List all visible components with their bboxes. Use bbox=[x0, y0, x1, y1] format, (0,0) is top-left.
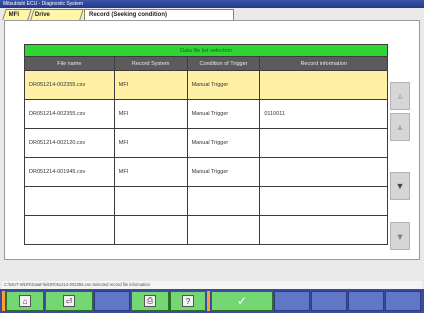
back-icon: ⏎ bbox=[63, 295, 75, 307]
scroll-bottom-icon: ⩔ bbox=[397, 230, 403, 241]
cell-record-system: MFI bbox=[113, 128, 188, 158]
separator bbox=[2, 291, 5, 311]
cell-file-name bbox=[24, 215, 115, 245]
separator bbox=[207, 291, 210, 311]
cell-trigger bbox=[186, 186, 261, 216]
home-button[interactable]: ⌂ bbox=[6, 291, 44, 311]
table-row[interactable]: DR051214-002355.csv MFI Manual Trigger bbox=[24, 70, 388, 100]
cell-record-system: MFI bbox=[113, 99, 188, 129]
tab-record[interactable]: Record (Seeking condition) bbox=[84, 9, 234, 20]
table-row[interactable]: DR051214-002120.csv MFI Manual Trigger bbox=[24, 128, 388, 158]
cell-record-system: MFI bbox=[113, 157, 188, 187]
scroll-bottom-button[interactable]: ⩔ bbox=[390, 222, 410, 250]
scroll-down-icon: ▼ bbox=[395, 181, 405, 191]
cell-record-system: MFI bbox=[113, 70, 188, 100]
window-title: Mitsubishi ECU - Diagnostic System bbox=[0, 0, 424, 8]
cell-file-name: DR051214-002355.csv bbox=[24, 70, 115, 100]
tab-strip: MFI Drive Recorder Record (Seeking condi… bbox=[0, 8, 424, 29]
cell-record-info bbox=[259, 215, 388, 245]
empty-button[interactable] bbox=[274, 291, 310, 311]
cell-trigger bbox=[186, 215, 261, 245]
tab-label: Record (Seeking condition) bbox=[89, 12, 168, 18]
table-row[interactable]: DR051214-001945.csv MFI Manual Trigger bbox=[24, 157, 388, 187]
scroll-controls: ⩓ ▲ ▼ ⩔ bbox=[390, 82, 410, 257]
cell-record-system bbox=[113, 186, 188, 216]
column-header-record-system: Record System bbox=[113, 56, 188, 71]
scroll-top-button[interactable]: ⩓ bbox=[390, 82, 410, 110]
scroll-page-up-icon: ▲ bbox=[395, 122, 405, 132]
cell-record-info bbox=[259, 186, 388, 216]
empty-button[interactable] bbox=[385, 291, 421, 311]
cell-trigger: Manual Trigger bbox=[186, 128, 261, 158]
cell-record-system bbox=[113, 215, 188, 245]
help-button[interactable]: ? bbox=[170, 291, 206, 311]
cell-trigger: Manual Trigger bbox=[186, 70, 261, 100]
table-title: Data file list selection bbox=[24, 44, 388, 57]
empty-button[interactable] bbox=[94, 291, 130, 311]
cell-trigger: Manual Trigger bbox=[186, 99, 261, 129]
tab-drive-recorder[interactable]: Drive Recorder bbox=[30, 9, 84, 29]
cell-file-name bbox=[24, 186, 115, 216]
cell-record-info: 0110011 bbox=[259, 99, 388, 129]
empty-button[interactable] bbox=[348, 291, 384, 311]
cell-record-info bbox=[259, 157, 388, 187]
scroll-top-icon: ⩓ bbox=[397, 90, 403, 101]
print-icon: ⎙ bbox=[144, 295, 156, 307]
cell-file-name: DR051214-002120.csv bbox=[24, 128, 115, 158]
tab-mfi[interactable]: MFI bbox=[2, 9, 32, 20]
data-file-table: Data file list selection File name Recor… bbox=[24, 44, 388, 245]
empty-button[interactable] bbox=[311, 291, 347, 311]
table-row[interactable] bbox=[24, 186, 388, 216]
bottom-toolbar: ⌂ ⏎ ⎙ ? ✓ bbox=[0, 289, 424, 313]
table-row[interactable] bbox=[24, 215, 388, 245]
cell-file-name: DR051214-001945.csv bbox=[24, 157, 115, 187]
cell-trigger: Manual Trigger bbox=[186, 157, 261, 187]
scroll-down-button[interactable]: ▼ bbox=[390, 172, 410, 200]
cell-file-name: DR051214-002355.csv bbox=[24, 99, 115, 129]
help-icon: ? bbox=[182, 295, 194, 307]
scroll-page-up-button[interactable]: ▲ bbox=[390, 113, 410, 141]
column-header-record-info: Record information bbox=[259, 56, 388, 71]
column-header-trigger: Condition of Trigger bbox=[186, 56, 261, 71]
column-header-file-name: File name bbox=[24, 56, 115, 71]
status-bar: C:\MUT-III\DR\DataFile\DR051214-002355.c… bbox=[2, 281, 422, 289]
ok-button[interactable]: ✓ bbox=[211, 291, 273, 311]
print-button[interactable]: ⎙ bbox=[131, 291, 169, 311]
cell-record-info bbox=[259, 70, 388, 100]
table-row[interactable]: DR051214-002355.csv MFI Manual Trigger 0110… bbox=[24, 99, 388, 129]
home-icon: ⌂ bbox=[19, 295, 31, 307]
back-button[interactable]: ⏎ bbox=[45, 291, 93, 311]
check-icon: ✓ bbox=[236, 294, 248, 308]
cell-record-info bbox=[259, 128, 388, 158]
